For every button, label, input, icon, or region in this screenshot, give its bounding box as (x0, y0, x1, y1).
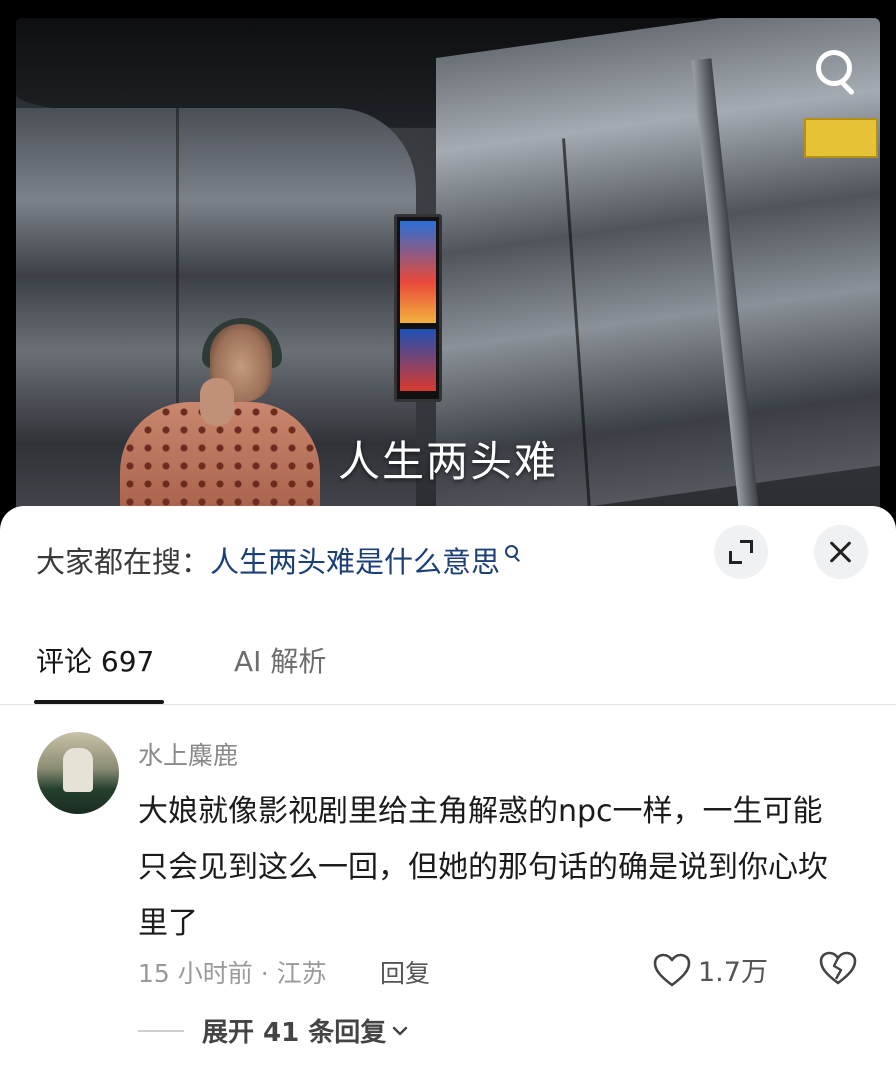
tab-comments[interactable]: 评论 697 (36, 640, 154, 680)
comment-sheet: 大家都在搜： 人生两头难是什么意思 评论 697 AI 解析 水上麋鹿 大娘就像… (0, 506, 896, 1080)
avatar[interactable] (37, 732, 119, 814)
ad-screen-top (400, 221, 436, 323)
expand-replies-button[interactable]: 展开 41 条回复 (138, 1012, 408, 1049)
expand-replies-label: 展开 41 条回复 (202, 1018, 387, 1048)
reply-button[interactable]: 回复 (380, 954, 430, 990)
search-mini-icon (504, 543, 522, 565)
expand-button[interactable] (714, 525, 768, 579)
comment-tabs: 评论 697 AI 解析 (0, 624, 896, 708)
search-button[interactable] (808, 42, 864, 98)
expand-replies-line (138, 1029, 184, 1032)
video-subtitle: 人生两头难 (337, 437, 558, 486)
avatar-figure (63, 748, 93, 792)
elevator-ad-screen (394, 214, 442, 402)
like-count: 1.7万 (698, 957, 768, 988)
close-icon (827, 538, 855, 566)
trending-search-query[interactable]: 人生两头难是什么意思 (210, 539, 500, 581)
elevator-warning-sticker (804, 118, 878, 158)
trending-search-prefix: 大家都在搜： (36, 545, 211, 579)
expand-icon (729, 540, 753, 564)
ad-screen-bottom (400, 329, 436, 391)
comment-author[interactable]: 水上麋鹿 (138, 736, 238, 772)
tabs-divider (0, 704, 896, 705)
dislike-heart-icon[interactable] (818, 950, 858, 986)
comment-text: 大娘就像影视剧里给主角解惑的npc一样，一生可能只会见到这么一回，但她的那句话的… (138, 794, 828, 941)
like-button[interactable]: 1.7万 (652, 950, 768, 989)
chevron-down-icon (393, 1026, 408, 1035)
close-button[interactable] (814, 525, 868, 579)
figure-hand (200, 378, 234, 426)
old-woman-figure (120, 318, 320, 528)
tab-ai-analysis[interactable]: AI 解析 (234, 640, 326, 680)
trending-search-row[interactable]: 大家都在搜： 人生两头难是什么意思 (36, 540, 522, 580)
comment-meta: 15 小时前 · 江苏 (138, 959, 327, 988)
heart-icon (653, 953, 691, 986)
video-player[interactable]: 人生两头难 (16, 18, 880, 528)
